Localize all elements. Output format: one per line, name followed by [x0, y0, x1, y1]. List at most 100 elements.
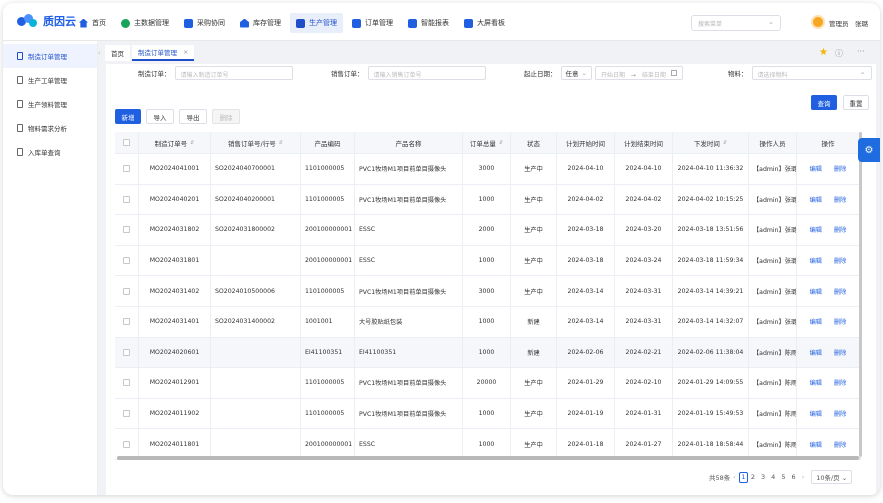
next-page-icon[interactable]: › — [802, 473, 805, 481]
table-row[interactable]: MO2024020601 EI41100351 EI41100351 1000 新建 20… — [115, 337, 860, 369]
page-size-select[interactable]: 10条/页 ⌄ — [811, 470, 853, 484]
table-vertical-scrollbar[interactable] — [859, 132, 862, 457]
delete-link[interactable]: 删除 — [834, 378, 846, 387]
tab-home[interactable]: 首页 — [105, 45, 130, 61]
delete-button[interactable]: 删除 — [212, 109, 240, 124]
nav-orders[interactable]: 订单管理 — [346, 13, 399, 33]
edit-link[interactable]: 编辑 — [810, 287, 822, 296]
sidebar-item-picking[interactable]: 生产领料管理 — [3, 92, 97, 116]
delete-link[interactable]: 删除 — [834, 317, 846, 326]
delete-link[interactable]: 删除 — [834, 164, 846, 173]
sort-icon[interactable]: ⇵ — [723, 140, 727, 146]
delete-link[interactable]: 删除 — [834, 287, 846, 296]
nav-inventory[interactable]: 库存管理 — [234, 13, 287, 33]
query-button[interactable]: 查询 — [811, 95, 837, 110]
add-button[interactable]: 新增 — [115, 109, 141, 124]
row-select[interactable] — [115, 306, 139, 337]
row-checkbox[interactable] — [123, 318, 130, 326]
col-so-no[interactable]: 销售订单号/行号 ⇵ — [211, 132, 301, 153]
date-range-input[interactable]: 开始日期 → 结束日期 — [594, 66, 683, 80]
star-icon[interactable]: ★ — [819, 47, 828, 58]
page-5[interactable]: 5 — [781, 473, 785, 481]
row-select[interactable] — [115, 245, 139, 276]
table-row[interactable]: MO2024011902 1101000005 PVC1牧场M1项目前单目摄像头 10… — [115, 398, 860, 430]
settings-gear-icon[interactable]: ⚙ — [858, 138, 880, 162]
row-select[interactable] — [115, 215, 139, 245]
nav-home[interactable]: 首页 — [73, 13, 112, 33]
delete-link[interactable]: 删除 — [834, 256, 846, 265]
sidebar-item-inbound[interactable]: 入库单查询 — [3, 140, 97, 164]
nav-dashboard[interactable]: 大屏看板 — [458, 13, 511, 33]
reset-button[interactable]: 重置 — [843, 95, 869, 110]
select-all-checkbox[interactable] — [123, 139, 130, 146]
row-checkbox[interactable] — [123, 348, 130, 356]
menu-search-input[interactable]: 搜索菜单 ⌄ — [691, 15, 781, 31]
row-select[interactable] — [115, 154, 139, 184]
nav-reports[interactable]: 智能报表 — [402, 13, 455, 33]
edit-link[interactable]: 编辑 — [810, 225, 822, 234]
edit-link[interactable]: 编辑 — [810, 440, 822, 449]
delete-link[interactable]: 删除 — [834, 440, 846, 449]
row-checkbox[interactable] — [123, 440, 130, 448]
edit-link[interactable]: 编辑 — [810, 256, 822, 265]
row-select[interactable] — [115, 276, 139, 306]
sidebar-item-work-order[interactable]: 生产工单管理 — [3, 68, 97, 92]
delete-link[interactable]: 删除 — [834, 409, 846, 418]
col-mo-no[interactable]: 制造订单号 ⇵ — [139, 132, 211, 153]
table-row[interactable]: MO2024041001 SO2024040700001 1101000005 PVC… — [115, 154, 860, 185]
sort-icon[interactable]: ⇵ — [190, 140, 194, 146]
sidebar-item-mrp[interactable]: 物料需求分析 — [3, 116, 97, 140]
page-6[interactable]: 6 — [791, 473, 795, 481]
row-checkbox[interactable] — [123, 379, 130, 387]
import-button[interactable]: 导入 — [146, 109, 174, 124]
scrollbar-thumb[interactable] — [117, 456, 859, 460]
table-row[interactable]: MO2024031802 SO2024031800002 200100000001 E… — [115, 215, 860, 246]
row-select[interactable] — [115, 429, 139, 459]
table-row[interactable]: MO2024031402 SO2024010500006 1101000005 PVC… — [115, 276, 860, 307]
more-icon[interactable]: ··· — [857, 47, 865, 56]
export-button[interactable]: 导出 — [179, 109, 207, 124]
sort-icon[interactable]: ⇵ — [279, 140, 283, 146]
row-checkbox[interactable] — [123, 195, 130, 203]
header-select-all[interactable] — [115, 132, 139, 153]
edit-link[interactable]: 编辑 — [810, 317, 822, 326]
delete-link[interactable]: 删除 — [834, 225, 846, 234]
row-checkbox[interactable] — [123, 165, 130, 173]
avatar[interactable] — [811, 15, 825, 29]
table-row[interactable]: MO2024040201 SO2024040200001 1101000005 PVC… — [115, 184, 860, 216]
table-row[interactable]: MO2024031401 SO2024031400002 1001001 大号胶贴纸包… — [115, 306, 860, 338]
material-select[interactable]: 请选择物料 ⌄ — [751, 66, 872, 80]
prev-page-icon[interactable]: ‹ — [733, 473, 736, 481]
logo[interactable]: 质因云 — [17, 13, 76, 29]
row-select[interactable] — [115, 368, 139, 398]
row-checkbox[interactable] — [123, 226, 130, 234]
table-row[interactable]: MO2024031801 200100000001 ESSC 1000 生产中 2024-… — [115, 245, 860, 277]
edit-link[interactable]: 编辑 — [810, 195, 822, 204]
table-horizontal-scrollbar[interactable] — [117, 456, 861, 460]
edit-link[interactable]: 编辑 — [810, 378, 822, 387]
row-select[interactable] — [115, 184, 139, 215]
collapse-sidebar-icon[interactable]: ‹ — [98, 49, 105, 59]
nav-master-data[interactable]: 主数据管理 — [115, 13, 175, 33]
row-select[interactable] — [115, 398, 139, 429]
nav-purchase[interactable]: 采购协同 — [178, 13, 231, 33]
nav-production[interactable]: 生产管理 — [290, 13, 343, 33]
delete-link[interactable]: 删除 — [834, 348, 846, 357]
sidebar-item-mo[interactable]: 制造订单管理 — [3, 44, 97, 68]
col-issue-time[interactable]: 下发时间 ⇵ — [673, 132, 749, 153]
help-icon[interactable]: ⓘ — [835, 48, 843, 59]
delete-link[interactable]: 删除 — [834, 195, 846, 204]
mo-input[interactable]: 请输入制造订单号 — [174, 66, 293, 80]
table-row[interactable]: MO2024012901 1101000005 PVC1牧场M1项目前单目摄像头 20… — [115, 368, 860, 399]
page-1[interactable]: 1 — [738, 471, 748, 483]
row-checkbox[interactable] — [123, 257, 130, 265]
so-input[interactable]: 请输入销售订单号 — [367, 66, 486, 80]
tab-mo-management[interactable]: 制造订单管理 × — [132, 45, 195, 61]
edit-link[interactable]: 编辑 — [810, 164, 822, 173]
page-4[interactable]: 4 — [771, 473, 775, 481]
edit-link[interactable]: 编辑 — [810, 409, 822, 418]
user-name[interactable]: 张璐 — [855, 18, 868, 28]
col-quantity[interactable]: 订单总量 ⇵ — [463, 132, 511, 153]
sort-icon[interactable]: ⇵ — [499, 140, 503, 146]
row-checkbox[interactable] — [123, 287, 130, 295]
